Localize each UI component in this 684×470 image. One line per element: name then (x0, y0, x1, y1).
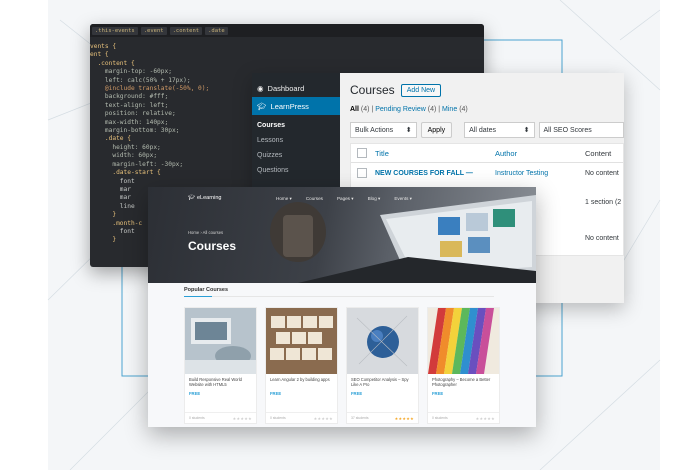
sidebar-sub-questions[interactable]: Questions (252, 163, 340, 178)
course-title-link[interactable]: NEW COURSES FOR FALL — (375, 170, 495, 177)
column-title[interactable]: Title (375, 149, 495, 158)
nav-item[interactable]: Pages ▾ (337, 196, 354, 202)
course-title[interactable]: Learn Angular 2 by building apps (266, 374, 337, 389)
course-meta: 0 students ★★★★★ (266, 412, 337, 423)
status-filters: All (4) | Pending Review (4) | Mine (4) (350, 106, 624, 113)
sidebar-item-label: LearnPress (270, 101, 309, 111)
chevron-down-icon: ⬍ (405, 127, 412, 134)
course-card[interactable]: SEO Competitor Analysis – Spy Like A Pro… (346, 307, 419, 424)
content-cell: No content (585, 234, 619, 242)
sidebar-item-dashboard[interactable]: ◉ Dashboard (252, 79, 340, 97)
filter-all[interactable]: All (350, 106, 359, 113)
breadcrumb: Home › All courses (188, 230, 224, 235)
author-link[interactable]: Instructor Testing (495, 170, 585, 177)
student-count: 37 students (351, 416, 369, 420)
course-card-grid: Build Responsive Real World Website with… (184, 307, 500, 424)
editor-tab-bar: .this-events .event .content .date (90, 24, 484, 37)
course-title[interactable]: Build Responsive Real World Website with… (185, 374, 256, 389)
nav-item[interactable]: Courses (306, 196, 323, 202)
site-logo[interactable]: 🎓︎ eLearning (188, 195, 221, 201)
apply-button[interactable]: Apply (420, 122, 453, 138)
graduation-cap-icon: 🎓︎ (257, 101, 267, 111)
filter-count: (4) (459, 106, 468, 113)
student-count: 0 students (270, 416, 286, 420)
section-divider (184, 296, 494, 297)
filter-pending-review[interactable]: Pending Review (375, 106, 426, 113)
page-title: Courses (350, 83, 395, 97)
seo-scores-select[interactable]: All SEO Scores (538, 122, 624, 138)
course-meta: 0 students ★★★★★ (428, 412, 499, 423)
elearning-site-window: 🎓︎ eLearning Home ▾ Courses Pages ▾ Blog… (148, 187, 536, 427)
sidebar-sub-lessons[interactable]: Lessons (252, 133, 340, 148)
student-count: 0 students (432, 416, 448, 420)
section-title: Popular Courses (184, 287, 229, 293)
course-price: FREE (270, 391, 282, 396)
course-meta: 0 students ★★★★★ (185, 412, 256, 423)
sidebar-item-label: Dashboard (267, 83, 305, 93)
select-value: Bulk Actions (355, 126, 394, 134)
graduation-cap-icon: 🎓︎ (188, 195, 195, 201)
rating-stars: ★★★★★ (232, 415, 252, 421)
rating-stars: ★★★★★ (313, 415, 333, 421)
code-line: ent { (90, 51, 109, 59)
course-card[interactable]: Build Responsive Real World Website with… (184, 307, 257, 424)
course-thumbnail (428, 308, 499, 374)
course-thumbnail (347, 308, 418, 374)
select-value: All SEO Scores (543, 126, 592, 134)
editor-tab[interactable]: .date (205, 26, 228, 35)
rating-stars: ★★★★★ (475, 415, 495, 421)
select-value: All dates (469, 126, 496, 134)
nav-item[interactable]: Home ▾ (276, 196, 292, 202)
course-thumbnail (185, 308, 256, 374)
hero-banner: 🎓︎ eLearning Home ▾ Courses Pages ▾ Blog… (148, 187, 536, 283)
editor-tab[interactable]: .this-events (92, 26, 138, 35)
site-nav: Home ▾ Courses Pages ▾ Blog ▾ Events ▾ (276, 196, 412, 202)
column-author[interactable]: Author (495, 149, 585, 158)
table-header: Title Author Content (351, 144, 623, 163)
logo-text: eLearning (196, 195, 222, 201)
content-cell: 1 section (2 (585, 198, 622, 206)
dates-select[interactable]: All dates ⬍ (464, 122, 535, 138)
column-content: Content (585, 148, 612, 158)
sidebar-item-learnpress[interactable]: 🎓︎ LearnPress (252, 97, 340, 115)
add-new-button[interactable]: Add New (400, 83, 442, 97)
bulk-actions-select[interactable]: Bulk Actions ⬍ (350, 122, 417, 138)
course-title[interactable]: SEO Competitor Analysis – Spy Like A Pro (347, 374, 418, 389)
course-price: FREE (351, 391, 363, 396)
course-price: FREE (189, 391, 201, 396)
course-card[interactable]: Photography – Become a Better Photograph… (427, 307, 500, 424)
dashboard-icon: ◉ (257, 83, 264, 93)
course-card[interactable]: Learn Angular 2 by building apps FREE 0 … (265, 307, 338, 424)
table-row: NEW COURSES FOR FALL — Instructor Testin… (351, 163, 623, 183)
sidebar-sub-courses[interactable]: Courses (252, 118, 340, 133)
nav-item[interactable]: Blog ▾ (368, 196, 381, 202)
rating-stars: ★★★★★ (394, 415, 414, 421)
editor-tab[interactable]: .content (169, 26, 203, 35)
code-line: .content { (90, 59, 135, 67)
filter-count: (4) (360, 106, 370, 113)
filter-count: (4) (427, 106, 437, 113)
filter-mine[interactable]: Mine (442, 106, 457, 113)
course-title[interactable]: Photography – Become a Better Photograph… (428, 374, 499, 389)
editor-tab[interactable]: .event (140, 26, 167, 35)
filter-separator: | (438, 106, 441, 113)
filter-separator: | (371, 106, 374, 113)
student-count: 0 students (189, 416, 205, 420)
course-meta: 37 students ★★★★★ (347, 412, 418, 423)
sidebar-sub-quizzes[interactable]: Quizzes (252, 148, 340, 163)
chevron-down-icon: ⬍ (523, 127, 530, 134)
course-price: FREE (432, 391, 444, 396)
nav-item[interactable]: Events ▾ (394, 196, 412, 202)
hero-title: Courses (188, 239, 237, 253)
select-all-checkbox[interactable] (357, 148, 367, 158)
content-cell: No content (585, 169, 619, 177)
code-line: vents { (90, 43, 117, 50)
row-checkbox[interactable] (357, 168, 367, 178)
course-thumbnail (266, 308, 337, 374)
